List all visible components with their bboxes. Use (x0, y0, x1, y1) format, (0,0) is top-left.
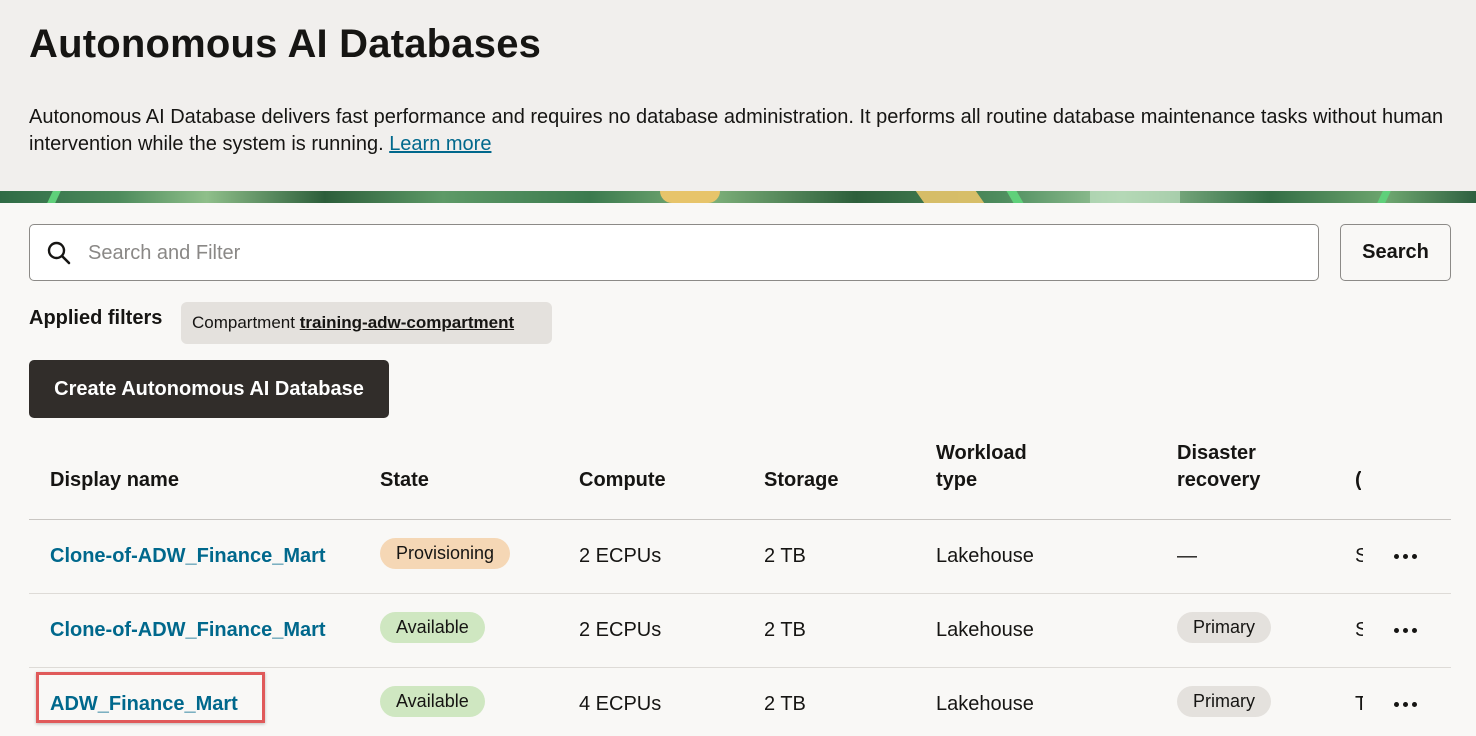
table-row: Clone-of-ADW_Finance_Mart Provisioning 2… (29, 520, 1451, 594)
column-header-display-name[interactable]: Display name (50, 467, 179, 494)
search-button[interactable]: Search (1340, 224, 1451, 281)
row-compute: 2 ECPUs (579, 545, 662, 567)
column-header-compute[interactable]: Compute (579, 467, 666, 494)
column-header-truncated: ( (1355, 467, 1361, 494)
page-header: Autonomous AI Databases Autonomous AI Da… (0, 0, 1476, 191)
page-title: Autonomous AI Databases (29, 22, 542, 66)
row-storage: 2 TB (764, 619, 806, 641)
row-storage: 2 TB (764, 545, 806, 567)
more-actions-icon[interactable] (1391, 542, 1423, 570)
decorative-banner (0, 191, 1476, 203)
row-compute: 2 ECPUs (579, 619, 662, 641)
column-header-dr-line2: recovery (1177, 469, 1261, 491)
learn-more-link[interactable]: Learn more (389, 133, 491, 155)
row-truncated-value: T (1355, 693, 1363, 715)
column-header-state[interactable]: State (380, 467, 429, 494)
search-icon (47, 241, 71, 265)
filter-chip-value[interactable]: training-adw-compartment (300, 313, 514, 332)
column-header-workload-line1: Workload (936, 442, 1027, 464)
column-header-dr-line1: Disaster (1177, 442, 1256, 464)
column-header-workload-line2: type (936, 469, 978, 491)
row-disaster-recovery: — (1177, 545, 1197, 567)
applied-filters-label: Applied filters (29, 307, 163, 329)
column-header-workload-type[interactable]: Workload type (936, 440, 1027, 494)
column-header-disaster-recovery[interactable]: Disaster recovery (1177, 440, 1260, 494)
disaster-recovery-badge: Primary (1177, 686, 1271, 717)
column-header-storage[interactable]: Storage (764, 467, 838, 494)
row-truncated-value: S (1355, 619, 1363, 641)
filter-chip-key: Compartment (192, 313, 295, 332)
table-row: ADW_Finance_Mart Available 4 ECPUs 2 TB … (29, 668, 1451, 736)
row-compute: 4 ECPUs (579, 693, 662, 715)
row-display-name-link[interactable]: Clone-of-ADW_Finance_Mart (50, 594, 326, 667)
more-actions-icon[interactable] (1391, 616, 1423, 644)
filter-chip-compartment[interactable]: Compartment training-adw-compartment (181, 302, 552, 344)
state-badge: Available (380, 612, 485, 643)
search-input[interactable] (88, 237, 1288, 269)
disaster-recovery-badge: Primary (1177, 612, 1271, 643)
row-display-name-link[interactable]: Clone-of-ADW_Finance_Mart (50, 520, 326, 593)
page-description-text: Autonomous AI Database delivers fast per… (29, 106, 1444, 155)
row-display-name-link[interactable]: ADW_Finance_Mart (50, 668, 238, 736)
page-description: Autonomous AI Database delivers fast per… (29, 104, 1449, 158)
row-workload-type: Lakehouse (936, 619, 1034, 641)
state-badge: Provisioning (380, 538, 511, 569)
table-row: Clone-of-ADW_Finance_Mart Available 2 EC… (29, 594, 1451, 668)
search-field[interactable] (29, 224, 1319, 281)
row-truncated-value: S (1355, 545, 1363, 567)
row-workload-type: Lakehouse (936, 545, 1034, 567)
row-workload-type: Lakehouse (936, 693, 1034, 715)
create-database-button[interactable]: Create Autonomous AI Database (29, 360, 389, 418)
state-badge: Available (380, 686, 485, 717)
row-storage: 2 TB (764, 693, 806, 715)
more-actions-icon[interactable] (1391, 690, 1423, 718)
